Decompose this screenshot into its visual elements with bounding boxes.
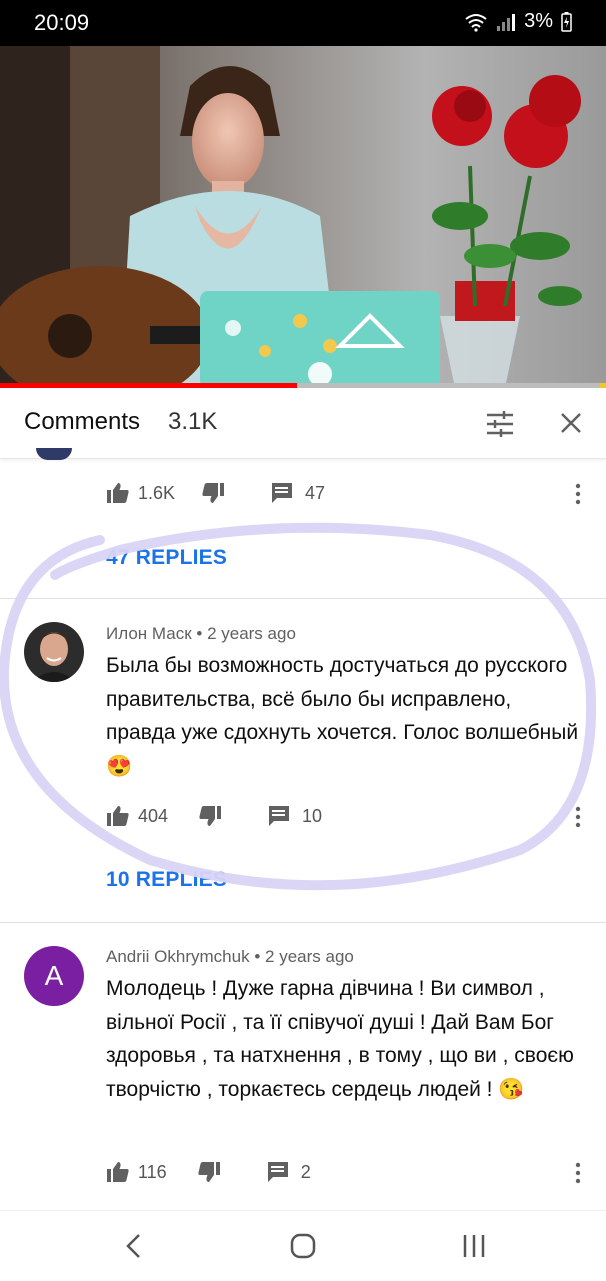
view-replies-link[interactable]: 10 REPLIES [106, 868, 227, 892]
comment-text: Была бы возможность достучаться до русск… [106, 654, 579, 778]
more-vert-icon[interactable] [572, 805, 584, 829]
like-icon[interactable] [106, 805, 130, 827]
reply-icon[interactable] [271, 482, 293, 504]
meta-separator: • [196, 624, 203, 643]
dislike-icon[interactable] [201, 482, 225, 504]
more-vert-icon[interactable] [572, 482, 584, 506]
status-bar: 20:09 3% [0, 0, 606, 46]
avatar-letter: A [44, 960, 64, 991]
like-count: 116 [138, 1161, 167, 1182]
battery-text: 3% [524, 10, 553, 32]
avatar[interactable] [24, 622, 84, 682]
meta-separator: • [254, 947, 261, 966]
comments-count: 3.1K [168, 408, 218, 435]
like-icon[interactable] [106, 482, 130, 504]
home-icon[interactable] [290, 1233, 316, 1259]
sort-filter-icon[interactable] [485, 410, 515, 438]
back-icon[interactable] [124, 1233, 144, 1259]
close-icon[interactable] [556, 408, 586, 438]
reply-count: 10 [302, 805, 323, 826]
status-time: 20:09 [34, 10, 90, 35]
comment-author[interactable]: Andrii Okhrymchuk [106, 947, 250, 966]
like-count: 404 [138, 805, 169, 826]
reply-count: 2 [300, 1161, 311, 1182]
dislike-icon[interactable] [197, 1161, 221, 1183]
dislike-icon[interactable] [198, 805, 222, 827]
like-count: 1.6K [138, 482, 176, 503]
system-nav-bar [0, 1210, 606, 1281]
reply-count: 47 [305, 482, 326, 503]
comments-header: Comments 3.1K [0, 388, 606, 459]
status-icons: 3% [464, 10, 572, 33]
comment-actions: 404 10 [106, 801, 322, 831]
divider [0, 598, 606, 599]
divider [0, 922, 606, 923]
video-player[interactable] [0, 46, 606, 388]
avatar-photo [24, 622, 84, 682]
recent-apps-icon[interactable] [462, 1233, 486, 1259]
wifi-icon [465, 13, 487, 32]
comment-meta: Andrii Okhrymchuk • 2 years ago [106, 947, 354, 967]
comment-author[interactable]: Илон Маск [106, 624, 192, 643]
battery-charging-icon [561, 11, 572, 32]
comment-time: 2 years ago [207, 624, 296, 643]
comment-time: 2 years ago [265, 947, 354, 966]
comment-meta: Илон Маск • 2 years ago [106, 624, 296, 644]
avatar[interactable]: A [24, 946, 84, 1006]
like-icon[interactable] [106, 1161, 130, 1183]
comment-actions: 116 2 [106, 1157, 311, 1187]
comment-text: Молодець ! Дуже гарна дівчина ! Ви симво… [106, 977, 574, 1101]
video-frame [0, 46, 606, 388]
signal-icon [497, 13, 516, 31]
view-replies-link[interactable]: 47 REPLIES [106, 546, 227, 570]
comment-actions: 1.6K 47 [106, 478, 325, 508]
reply-icon[interactable] [267, 1161, 289, 1183]
reply-icon[interactable] [268, 805, 290, 827]
comments-title: Comments [24, 408, 141, 435]
more-vert-icon[interactable] [572, 1161, 584, 1185]
